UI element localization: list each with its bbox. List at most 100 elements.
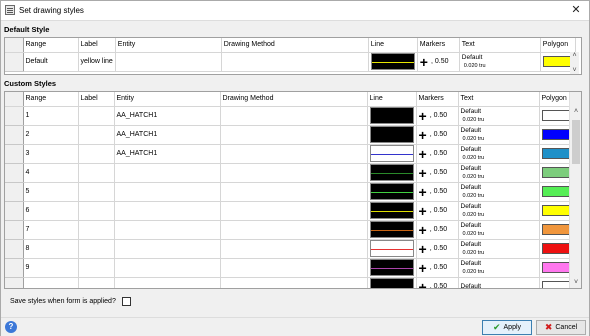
polygon-color-swatch[interactable] <box>541 110 572 121</box>
entity-cell[interactable] <box>114 258 221 278</box>
markers-cell[interactable]: +, 0.50 <box>416 182 459 202</box>
line-cell[interactable] <box>367 258 417 278</box>
line-cell[interactable] <box>368 52 418 72</box>
drawing-method-cell[interactable] <box>220 258 368 278</box>
column-header-markers[interactable]: Markers <box>416 92 459 107</box>
column-header-drawing-method[interactable]: Drawing Method <box>221 38 369 53</box>
vertical-scrollbar[interactable]: ˄ ˅ <box>569 92 581 288</box>
column-header-text[interactable]: Text <box>459 38 541 53</box>
column-header-line[interactable]: Line <box>367 92 417 107</box>
polygon-color-swatch[interactable] <box>541 281 572 288</box>
label-cell[interactable] <box>78 163 115 183</box>
column-header-markers[interactable]: Markers <box>417 38 460 53</box>
entity-cell[interactable] <box>114 220 221 240</box>
range-cell[interactable]: 8 <box>23 239 79 259</box>
line-style-swatch[interactable] <box>369 145 414 162</box>
column-header-label[interactable]: Label <box>78 92 115 107</box>
label-cell[interactable] <box>78 220 115 240</box>
column-header-range[interactable]: Range <box>23 38 79 53</box>
range-cell[interactable]: 2 <box>23 125 79 145</box>
scroll-down-icon[interactable]: ˅ <box>570 279 581 286</box>
label-cell[interactable] <box>78 201 115 221</box>
column-header-drawing-method[interactable]: Drawing Method <box>220 92 368 107</box>
line-cell[interactable] <box>367 106 417 126</box>
line-style-swatch[interactable] <box>369 278 414 288</box>
text-cell[interactable]: Default <box>458 277 540 288</box>
row-selector[interactable] <box>5 182 24 202</box>
line-cell[interactable] <box>367 277 417 288</box>
label-cell[interactable] <box>78 277 115 288</box>
range-cell[interactable] <box>23 277 79 288</box>
range-cell[interactable]: 9 <box>23 258 79 278</box>
help-icon[interactable]: ? <box>5 321 17 333</box>
polygon-color-swatch[interactable] <box>541 224 572 235</box>
polygon-color-swatch[interactable] <box>542 56 573 67</box>
label-cell[interactable]: yellow line <box>78 52 116 72</box>
polygon-color-swatch[interactable] <box>541 129 572 140</box>
scrollbar-thumb[interactable] <box>572 120 580 164</box>
row-selector[interactable] <box>5 220 24 240</box>
text-cell[interactable]: Default 0.020 tru <box>458 239 540 259</box>
range-cell[interactable]: 5 <box>23 182 79 202</box>
apply-button[interactable]: ✔ Apply <box>482 320 532 335</box>
drawing-method-cell[interactable] <box>220 239 368 259</box>
row-selector[interactable] <box>5 277 24 288</box>
line-style-swatch[interactable] <box>369 107 414 124</box>
markers-cell[interactable]: +, 0.50 <box>416 277 459 288</box>
table-row[interactable]: 2 AA_HATCH1 +, 0.50 Default 0.020 tru <box>5 125 575 145</box>
range-cell[interactable]: 6 <box>23 201 79 221</box>
column-header-range[interactable]: Range <box>23 92 79 107</box>
markers-cell[interactable]: +, 0.50 <box>416 220 459 240</box>
row-selector[interactable] <box>5 201 24 221</box>
entity-cell[interactable]: AA_HATCH1 <box>114 106 221 126</box>
save-styles-checkbox[interactable] <box>121 297 131 306</box>
entity-cell[interactable] <box>114 182 221 202</box>
range-cell[interactable]: 3 <box>23 144 79 164</box>
table-row[interactable]: 4 +, 0.50 Default 0.020 tru <box>5 163 575 183</box>
table-row[interactable]: 9 +, 0.50 Default 0.020 tru <box>5 258 575 278</box>
text-cell[interactable]: Default 0.020 tru <box>458 258 540 278</box>
line-cell[interactable] <box>367 125 417 145</box>
text-cell[interactable]: Default 0.020 tru <box>458 201 540 221</box>
cancel-button[interactable]: ✖ Cancel <box>536 320 586 335</box>
drawing-method-cell[interactable] <box>220 106 368 126</box>
row-selector[interactable] <box>5 239 24 259</box>
polygon-color-swatch[interactable] <box>541 167 572 178</box>
row-selector[interactable] <box>5 125 24 145</box>
drawing-method-cell[interactable] <box>220 125 368 145</box>
drawing-method-cell[interactable] <box>220 163 368 183</box>
column-header-line[interactable]: Line <box>368 38 418 53</box>
markers-cell[interactable]: +, 0.50 <box>416 201 459 221</box>
row-selector[interactable] <box>5 144 24 164</box>
row-selector[interactable] <box>5 52 24 72</box>
label-cell[interactable] <box>78 106 115 126</box>
entity-cell[interactable] <box>114 201 221 221</box>
close-icon[interactable]: ✕ <box>569 3 583 17</box>
column-header-label[interactable]: Label <box>78 38 116 53</box>
entity-cell[interactable] <box>114 163 221 183</box>
text-cell[interactable]: Default 0.020 tru <box>458 125 540 145</box>
markers-cell[interactable]: +, 0.50 <box>416 125 459 145</box>
line-style-swatch[interactable] <box>369 259 414 276</box>
line-style-swatch[interactable] <box>369 202 414 219</box>
text-cell[interactable]: Default 0.020 tru <box>459 52 541 72</box>
polygon-color-swatch[interactable] <box>541 262 572 273</box>
text-cell[interactable]: Default 0.020 tru <box>458 144 540 164</box>
table-row[interactable]: Default yellow line +, 0.50 Default 0.020 tr… <box>5 52 576 72</box>
drawing-method-cell[interactable] <box>220 220 368 240</box>
drawing-method-cell[interactable] <box>220 182 368 202</box>
table-row[interactable]: 1 AA_HATCH1 +, 0.50 Default 0.020 tru <box>5 106 575 126</box>
row-selector[interactable] <box>5 163 24 183</box>
range-cell[interactable]: 7 <box>23 220 79 240</box>
range-cell[interactable]: Default <box>23 52 79 72</box>
drawing-method-cell[interactable] <box>220 144 368 164</box>
line-style-swatch[interactable] <box>369 126 414 143</box>
polygon-color-swatch[interactable] <box>541 186 572 197</box>
markers-cell[interactable]: +, 0.50 <box>416 239 459 259</box>
range-cell[interactable]: 4 <box>23 163 79 183</box>
text-cell[interactable]: Default 0.020 tru <box>458 106 540 126</box>
table-row[interactable]: 8 +, 0.50 Default 0.020 tru <box>5 239 575 259</box>
line-style-swatch[interactable] <box>369 164 414 181</box>
entity-cell[interactable] <box>115 52 222 72</box>
markers-cell[interactable]: +, 0.50 <box>416 258 459 278</box>
